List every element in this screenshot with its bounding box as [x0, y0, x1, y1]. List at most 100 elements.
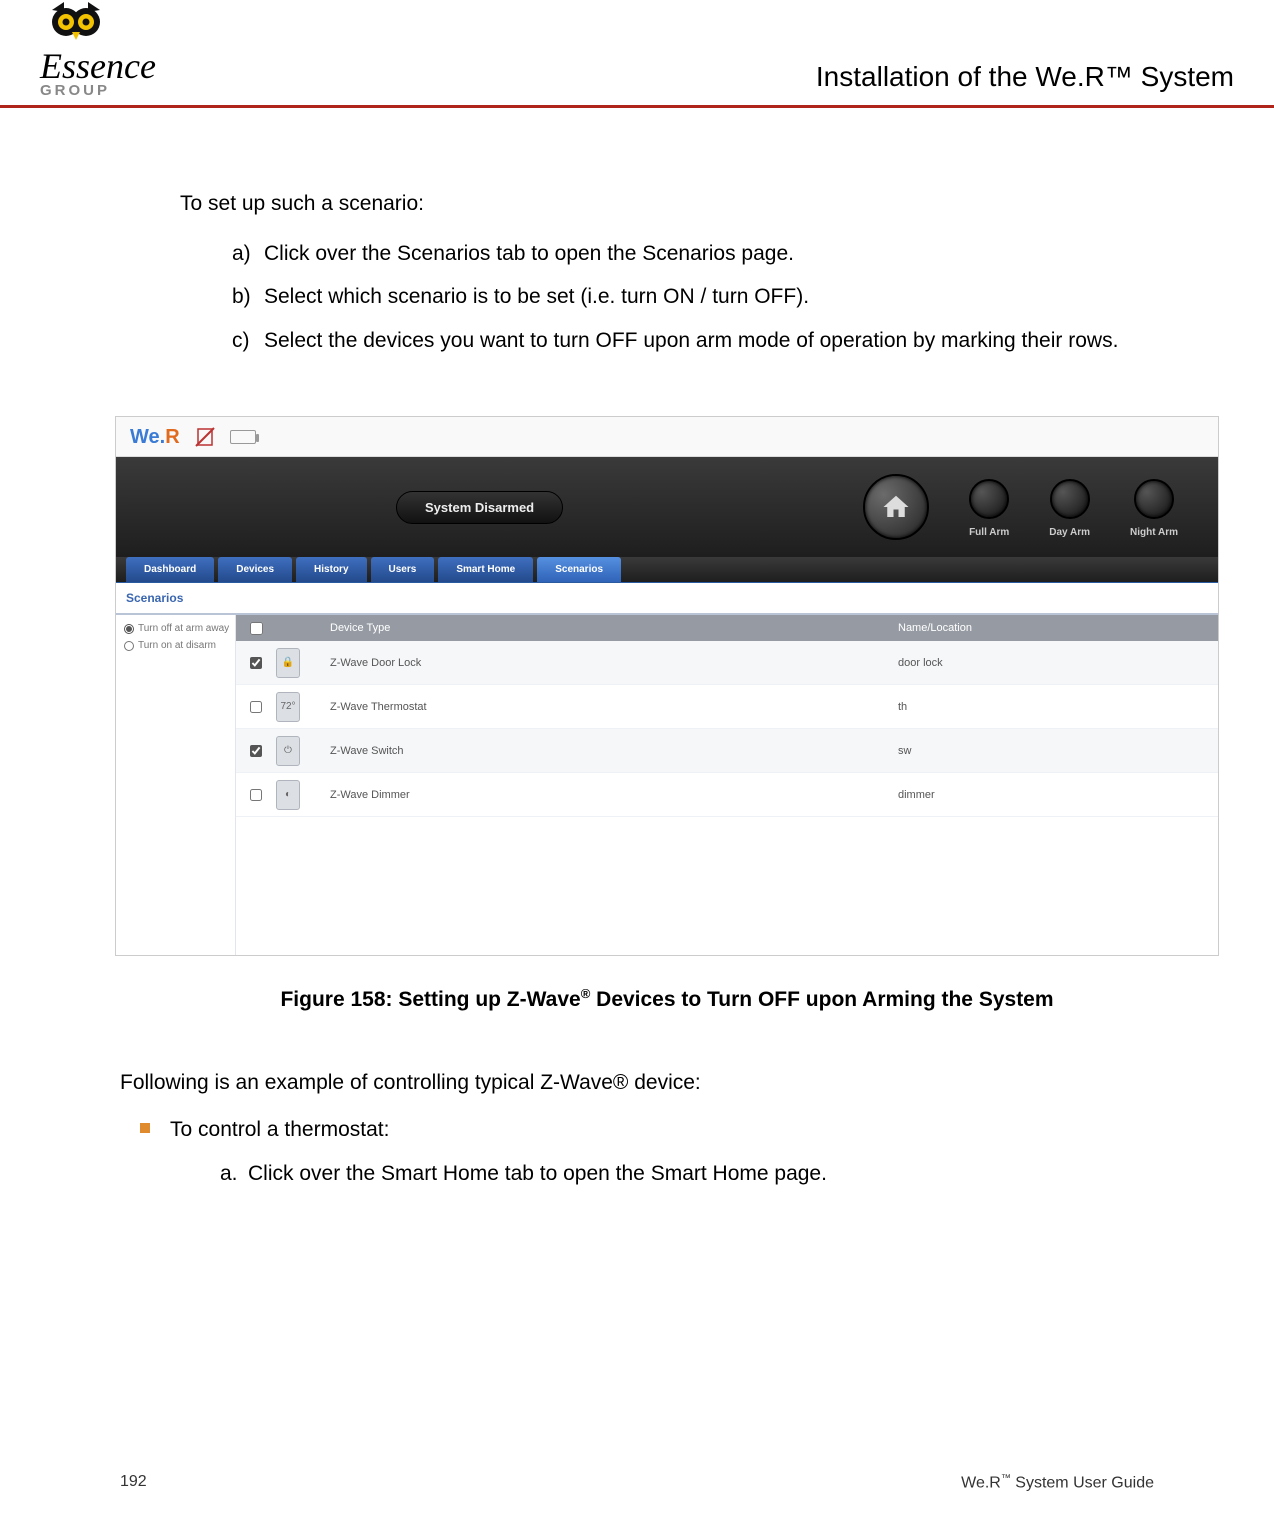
row-checkbox[interactable] — [250, 745, 262, 757]
tab-smart-home[interactable]: Smart Home — [438, 557, 533, 582]
control-list: To control a thermostat: a. Click over t… — [120, 1113, 1154, 1190]
example-paragraph: Following is an example of controlling t… — [120, 1066, 1154, 1100]
app-logo-r: R — [165, 426, 179, 448]
footer-guide: We.R™ System User Guide — [961, 1473, 1154, 1492]
caption-sup: ® — [581, 986, 591, 1001]
tab-devices[interactable]: Devices — [218, 557, 292, 582]
row-type: Z-Wave Dimmer — [326, 787, 898, 804]
intro-paragraph: To set up such a scenario: — [180, 188, 1154, 220]
arm-controls: Full Arm Day Arm Night Arm — [863, 474, 1178, 540]
bullet-thermostat: To control a thermostat: a. Click over t… — [170, 1113, 1154, 1190]
owl-icon — [46, 0, 106, 50]
row-type: Z-Wave Thermostat — [326, 699, 898, 716]
tab-history[interactable]: History — [296, 557, 366, 582]
row-name: door lock — [898, 655, 1218, 672]
table-row[interactable]: ◐ Z-Wave Dimmer dimmer — [236, 773, 1218, 817]
page-title: Installation of the We.R™ System — [816, 61, 1234, 99]
caption-pre: Figure 158: Setting up Z-Wave — [280, 988, 580, 1011]
app-logo: We.R — [130, 422, 180, 452]
scenario-opt-off[interactable]: Turn off at arm away — [124, 621, 227, 636]
night-arm-label: Night Arm — [1130, 525, 1178, 540]
dimmer-icon: ◐ — [276, 780, 300, 810]
step-c: c) Select the devices you want to turn O… — [232, 325, 1154, 357]
system-status-pill: System Disarmed — [396, 491, 563, 525]
step-marker: a) — [232, 238, 251, 270]
row-checkbox[interactable] — [250, 657, 262, 669]
step-a: a) Click over the Scenarios tab to open … — [232, 238, 1154, 270]
table-header: Device Type Name/Location — [236, 615, 1218, 641]
thermostat-icon: 72° — [276, 692, 300, 722]
bullet-label: To control a thermostat: — [170, 1118, 389, 1141]
knob-circle-icon — [1134, 479, 1174, 519]
day-arm-knob[interactable]: Day Arm — [1049, 479, 1090, 540]
sub-marker: a. — [220, 1157, 238, 1191]
tab-users[interactable]: Users — [371, 557, 435, 582]
table-row[interactable]: 72° Z-Wave Thermostat th — [236, 685, 1218, 729]
setup-steps-list: a) Click over the Scenarios tab to open … — [180, 238, 1154, 357]
brand-subtitle: GROUP — [40, 82, 110, 99]
brand-logo: Essence GROUP — [40, 0, 156, 99]
table-row[interactable]: 🔒 Z-Wave Door Lock door lock — [236, 641, 1218, 685]
door-lock-icon: 🔒 — [276, 648, 300, 678]
row-name: sw — [898, 743, 1218, 760]
row-name: dimmer — [898, 787, 1218, 804]
figure-caption: Figure 158: Setting up Z-Wave® Devices t… — [115, 984, 1219, 1016]
row-checkbox[interactable] — [250, 701, 262, 713]
row-type: Z-Wave Door Lock — [326, 655, 898, 672]
battery-icon — [230, 430, 256, 444]
full-arm-knob[interactable]: Full Arm — [969, 479, 1009, 540]
app-screenshot: We.R System Disarmed — [115, 416, 1219, 956]
step-text: Select the devices you want to turn OFF … — [264, 329, 1118, 352]
devices-table: Device Type Name/Location 🔒 Z-Wave Door … — [236, 615, 1218, 955]
tab-scenarios[interactable]: Scenarios — [537, 557, 621, 582]
scenario-opt-off-label: Turn off at arm away — [138, 621, 229, 636]
sub-text: Click over the Smart Home tab to open th… — [248, 1162, 827, 1185]
header-name-location: Name/Location — [898, 620, 1218, 637]
knob-circle-icon — [969, 479, 1009, 519]
header-device-type: Device Type — [326, 620, 898, 637]
signal-strike-icon — [194, 426, 216, 448]
select-all-checkbox[interactable] — [250, 622, 263, 635]
footer-pre: We.R — [961, 1474, 1001, 1491]
page-header: Essence GROUP Installation of the We.R™ … — [0, 0, 1274, 108]
page-number: 192 — [120, 1473, 147, 1492]
body-content: To set up such a scenario: a) Click over… — [0, 108, 1274, 1016]
status-strip: System Disarmed Full Arm Day Arm — [116, 457, 1218, 557]
header-check — [236, 622, 276, 635]
page-footer: 192 We.R™ System User Guide — [0, 1473, 1274, 1492]
footer-sup: ™ — [1001, 1473, 1011, 1484]
row-name: th — [898, 699, 1218, 716]
radio-on-at-disarm[interactable] — [124, 641, 134, 651]
scenario-opt-on[interactable]: Turn on at disarm — [124, 638, 227, 653]
app-topbar: We.R — [116, 417, 1218, 457]
panel-title: Scenarios — [116, 583, 1218, 615]
body-content-2: Following is an example of controlling t… — [0, 1016, 1274, 1191]
home-knob[interactable] — [863, 474, 929, 540]
tab-dashboard[interactable]: Dashboard — [126, 557, 214, 582]
night-arm-knob[interactable]: Night Arm — [1130, 479, 1178, 540]
scenario-opt-on-label: Turn on at disarm — [138, 638, 216, 653]
full-arm-label: Full Arm — [969, 525, 1009, 540]
scenario-selector: Turn off at arm away Turn on at disarm — [116, 615, 236, 955]
brand-name: Essence — [40, 50, 156, 82]
step-marker: b) — [232, 281, 251, 313]
row-checkbox[interactable] — [250, 789, 262, 801]
radio-off-at-arm[interactable] — [124, 624, 134, 634]
app-logo-we: We. — [130, 426, 165, 448]
step-marker: c) — [232, 325, 250, 357]
step-text: Click over the Scenarios tab to open the… — [264, 242, 794, 265]
panel-body: Turn off at arm away Turn on at disarm D… — [116, 615, 1218, 955]
caption-post: Devices to Turn OFF upon Arming the Syst… — [590, 988, 1053, 1011]
sub-step-a: a. Click over the Smart Home tab to open… — [220, 1157, 1154, 1191]
switch-icon: ⏻ — [276, 736, 300, 766]
figure-container: We.R System Disarmed — [115, 416, 1219, 1016]
thermostat-steps: a. Click over the Smart Home tab to open… — [170, 1157, 1154, 1191]
row-type: Z-Wave Switch — [326, 743, 898, 760]
app-tabbar: Dashboard Devices History Users Smart Ho… — [116, 557, 1218, 583]
home-icon — [863, 474, 929, 540]
table-row[interactable]: ⏻ Z-Wave Switch sw — [236, 729, 1218, 773]
knob-circle-icon — [1050, 479, 1090, 519]
step-b: b) Select which scenario is to be set (i… — [232, 281, 1154, 313]
day-arm-label: Day Arm — [1049, 525, 1090, 540]
step-text: Select which scenario is to be set (i.e.… — [264, 285, 809, 308]
